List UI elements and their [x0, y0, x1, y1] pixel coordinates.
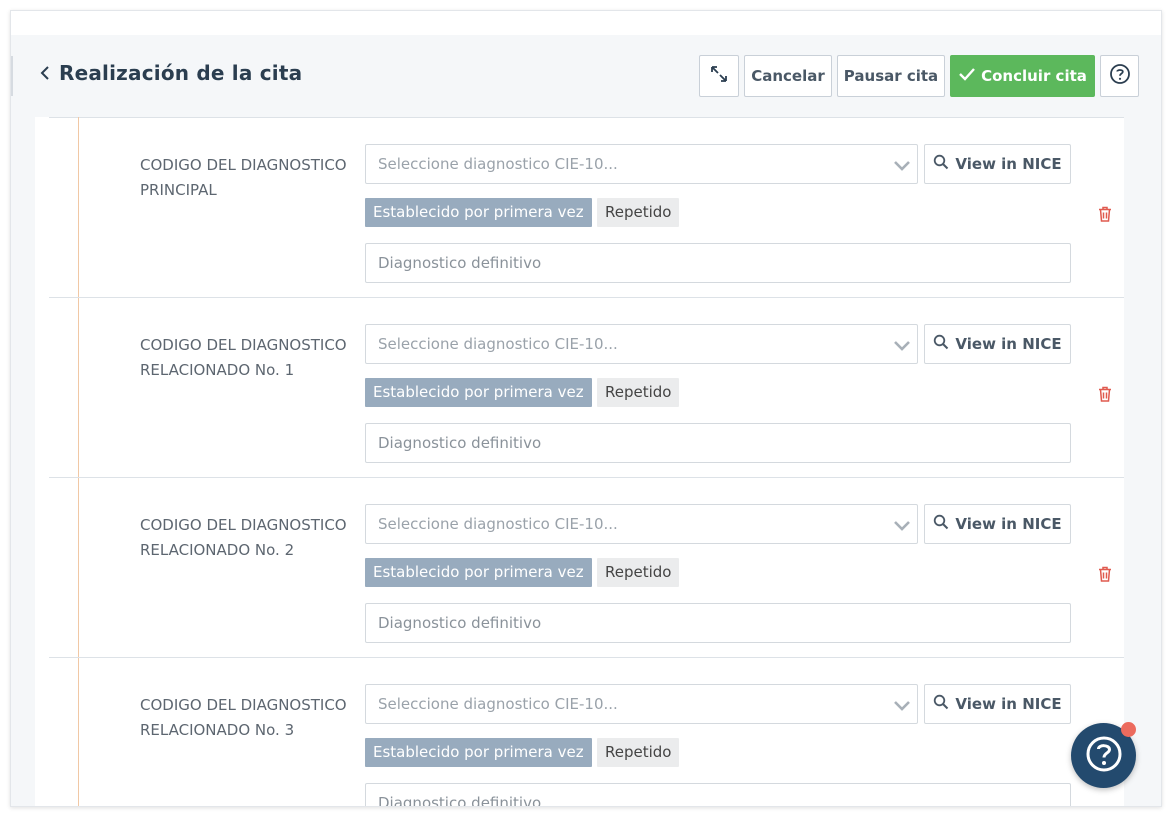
question-circle-icon	[1084, 734, 1124, 778]
chevron-down-icon	[893, 157, 911, 176]
diagnosis-row-principal: CODIGO DEL DIAGNOSTICO PRINCIPAL Selecci…	[49, 117, 1124, 297]
expand-arrows-icon	[709, 64, 729, 88]
diagnosis-label: CODIGO DEL DIAGNOSTICO RELACIONADO No. 3	[140, 696, 347, 739]
diagnosis-label: CODIGO DEL DIAGNOSTICO RELACIONADO No. 2	[140, 516, 347, 559]
definitive-diagnosis-input[interactable]	[365, 783, 1071, 806]
view-in-nice-button[interactable]: View in NICE	[924, 324, 1071, 364]
divider	[49, 657, 1124, 658]
diagnosis-select[interactable]: Seleccione diagnostico CIE-10...	[365, 324, 918, 364]
diagnosis-row-related-1: CODIGO DEL DIAGNOSTICO RELACIONADO No. 1…	[49, 297, 1124, 477]
chevron-down-icon	[893, 697, 911, 716]
chevron-down-icon	[893, 337, 911, 356]
pause-button[interactable]: Pausar cita	[837, 55, 945, 97]
divider	[49, 477, 1124, 478]
divider	[49, 297, 1124, 298]
diagnosis-select[interactable]: Seleccione diagnostico CIE-10...	[365, 684, 918, 724]
expand-button[interactable]	[699, 55, 739, 97]
chevron-left-icon	[39, 65, 51, 81]
select-placeholder: Seleccione diagnostico CIE-10...	[378, 155, 618, 173]
page-title: Realización de la cita	[59, 61, 303, 85]
tag-first-time[interactable]: Establecido por primera vez	[365, 558, 592, 587]
diagnosis-select[interactable]: Seleccione diagnostico CIE-10...	[365, 144, 918, 184]
search-icon	[933, 154, 955, 174]
definitive-diagnosis-input[interactable]	[365, 423, 1071, 463]
tag-first-time[interactable]: Establecido por primera vez	[365, 738, 592, 767]
conclude-button-label: Concluir cita	[981, 67, 1087, 85]
view-in-nice-label: View in NICE	[955, 515, 1062, 533]
view-in-nice-label: View in NICE	[955, 695, 1062, 713]
appointment-window: Realización de la cita Cancelar Pausar c…	[10, 10, 1162, 807]
select-placeholder: Seleccione diagnostico CIE-10...	[378, 515, 618, 533]
tag-repeated[interactable]: Repetido	[597, 198, 680, 227]
view-in-nice-label: View in NICE	[955, 155, 1062, 173]
definitive-diagnosis-input[interactable]	[365, 243, 1071, 283]
view-in-nice-label: View in NICE	[955, 335, 1062, 353]
select-placeholder: Seleccione diagnostico CIE-10...	[378, 335, 618, 353]
view-in-nice-button[interactable]: View in NICE	[924, 504, 1071, 544]
chevron-down-icon	[893, 517, 911, 536]
search-icon	[933, 514, 955, 534]
question-circle-icon	[1109, 63, 1131, 89]
conclude-button[interactable]: Concluir cita	[950, 55, 1095, 97]
help-button[interactable]	[1100, 55, 1139, 97]
trash-icon[interactable]	[1098, 566, 1112, 586]
cancel-button[interactable]: Cancelar	[744, 55, 832, 97]
tag-repeated[interactable]: Repetido	[597, 378, 680, 407]
tag-first-time[interactable]: Establecido por primera vez	[365, 378, 592, 407]
definitive-diagnosis-input[interactable]	[365, 603, 1071, 643]
diagnosis-row-related-3: CODIGO DEL DIAGNOSTICO RELACIONADO No. 3…	[49, 657, 1124, 806]
select-placeholder: Seleccione diagnostico CIE-10...	[378, 695, 618, 713]
diagnosis-label: CODIGO DEL DIAGNOSTICO PRINCIPAL	[140, 156, 347, 199]
trash-icon[interactable]	[1098, 206, 1112, 226]
diagnosis-row-related-2: CODIGO DEL DIAGNOSTICO RELACIONADO No. 2…	[49, 477, 1124, 657]
notification-dot	[1121, 722, 1136, 737]
tag-repeated[interactable]: Repetido	[597, 558, 680, 587]
checkmark-icon	[958, 67, 981, 85]
search-icon	[933, 334, 955, 354]
view-in-nice-button[interactable]: View in NICE	[924, 684, 1071, 724]
trash-icon[interactable]	[1098, 386, 1112, 406]
tag-first-time[interactable]: Establecido por primera vez	[365, 198, 592, 227]
back-link[interactable]: Realización de la cita	[39, 61, 302, 85]
diagnosis-label: CODIGO DEL DIAGNOSTICO RELACIONADO No. 1	[140, 336, 347, 379]
tag-repeated[interactable]: Repetido	[597, 738, 680, 767]
diagnosis-panel: CODIGO DEL DIAGNOSTICO PRINCIPAL Selecci…	[35, 117, 1124, 806]
diagnosis-select[interactable]: Seleccione diagnostico CIE-10...	[365, 504, 918, 544]
page-header: Realización de la cita Cancelar Pausar c…	[11, 51, 1161, 99]
view-in-nice-button[interactable]: View in NICE	[924, 144, 1071, 184]
search-icon	[933, 694, 955, 714]
top-strip	[11, 11, 1161, 35]
